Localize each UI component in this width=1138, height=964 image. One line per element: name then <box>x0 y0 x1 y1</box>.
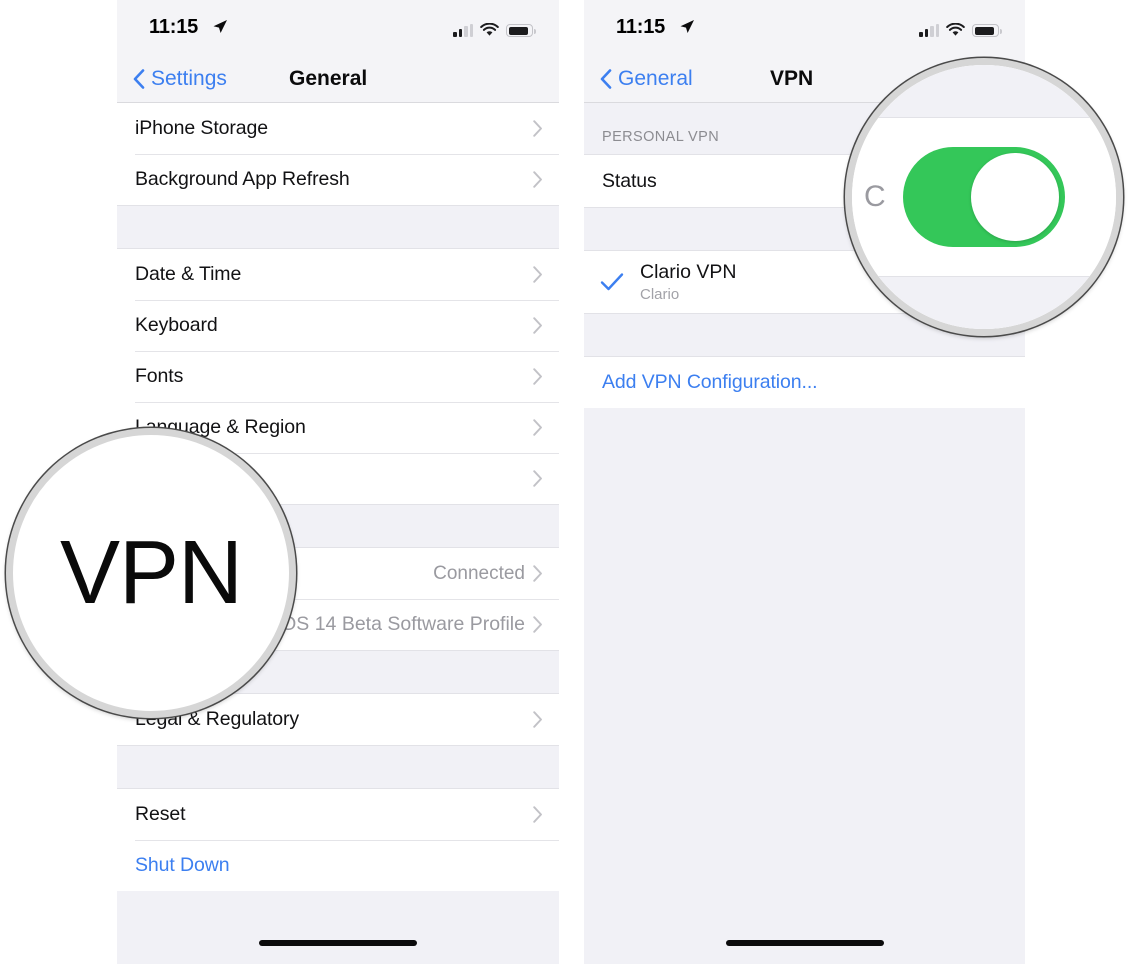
battery-icon <box>506 24 536 37</box>
row-label: Shut Down <box>135 854 230 876</box>
location-arrow-icon <box>213 20 227 33</box>
row-label: Fonts <box>135 365 184 387</box>
status-bar-indicators <box>453 19 536 37</box>
row-keyboard[interactable]: Keyboard <box>117 300 559 351</box>
row-shut-down[interactable]: Shut Down <box>117 840 559 891</box>
row-fonts[interactable]: Fonts <box>117 351 559 402</box>
home-indicator[interactable] <box>259 940 417 946</box>
page-title: General <box>289 67 368 90</box>
callout-magnifier-vpn-toggle: C <box>845 58 1123 336</box>
magnified-vpn-text: VPN <box>59 523 243 623</box>
wifi-icon <box>480 23 499 36</box>
navigation-bar: Settings General <box>117 56 559 103</box>
chevron-right-icon <box>533 317 542 334</box>
cellular-bars-icon <box>919 24 939 37</box>
chevron-right-icon <box>533 711 542 728</box>
section-gap <box>117 205 559 249</box>
chevron-right-icon <box>533 806 542 823</box>
cellular-bars-icon <box>453 24 473 37</box>
row-iphone-storage[interactable]: iPhone Storage <box>117 103 559 154</box>
chevron-right-icon <box>533 470 542 487</box>
toggle-knob <box>971 153 1059 241</box>
row-label: Date & Time <box>135 263 242 285</box>
row-reset[interactable]: Reset <box>117 789 559 840</box>
status-bar-time: 11:15 <box>616 16 666 38</box>
location-arrow-icon <box>680 20 694 33</box>
chevron-right-icon <box>533 616 542 633</box>
magnifier-strip-top <box>852 65 1116 118</box>
status-bar: 11:15 <box>584 0 1025 56</box>
wifi-icon <box>946 23 965 36</box>
chevron-right-icon <box>533 368 542 385</box>
home-indicator[interactable] <box>725 940 884 946</box>
row-label: iPhone Storage <box>135 117 269 139</box>
row-value-vpn-status: Connected <box>433 562 525 584</box>
row-label: Add VPN Configuration... <box>602 371 818 393</box>
status-bar: 11:15 <box>117 0 559 56</box>
vpn-config-subtitle: Clario <box>640 286 680 303</box>
chevron-right-icon <box>533 565 542 582</box>
home-indicator-area <box>584 908 1025 964</box>
magnified-partial-status-text: C <box>864 180 886 213</box>
battery-icon <box>972 24 1002 37</box>
home-indicator-area <box>117 908 559 964</box>
callout-magnifier-vpn-label: VPN <box>6 428 296 718</box>
list-filler <box>584 408 1025 908</box>
chevron-right-icon <box>533 419 542 436</box>
settings-group-reset: Reset Shut Down <box>117 789 559 891</box>
row-date-and-time[interactable]: Date & Time <box>117 249 559 300</box>
settings-group-storage: iPhone Storage Background App Refresh <box>117 103 559 205</box>
checkmark-icon <box>584 272 640 292</box>
chevron-right-icon <box>533 171 542 188</box>
vpn-add-group: Add VPN Configuration... <box>584 357 1025 408</box>
vpn-toggle-switch[interactable] <box>903 147 1065 247</box>
row-label: Keyboard <box>135 314 218 336</box>
row-label: Background App Refresh <box>135 168 350 190</box>
status-bar-indicators <box>919 19 1002 37</box>
row-add-vpn-configuration[interactable]: Add VPN Configuration... <box>584 357 1025 408</box>
magnifier-strip-bottom <box>852 276 1116 329</box>
row-label: iOS 14 Beta Software Profile <box>276 613 525 635</box>
status-bar-time: 11:15 <box>149 16 199 38</box>
chevron-right-icon <box>533 120 542 137</box>
row-label: Reset <box>135 803 186 825</box>
section-gap <box>117 745 559 789</box>
row-background-app-refresh[interactable]: Background App Refresh <box>117 154 559 205</box>
vpn-config-name: Clario VPN <box>640 261 737 283</box>
row-label: Status <box>602 169 657 192</box>
chevron-right-icon <box>533 266 542 283</box>
